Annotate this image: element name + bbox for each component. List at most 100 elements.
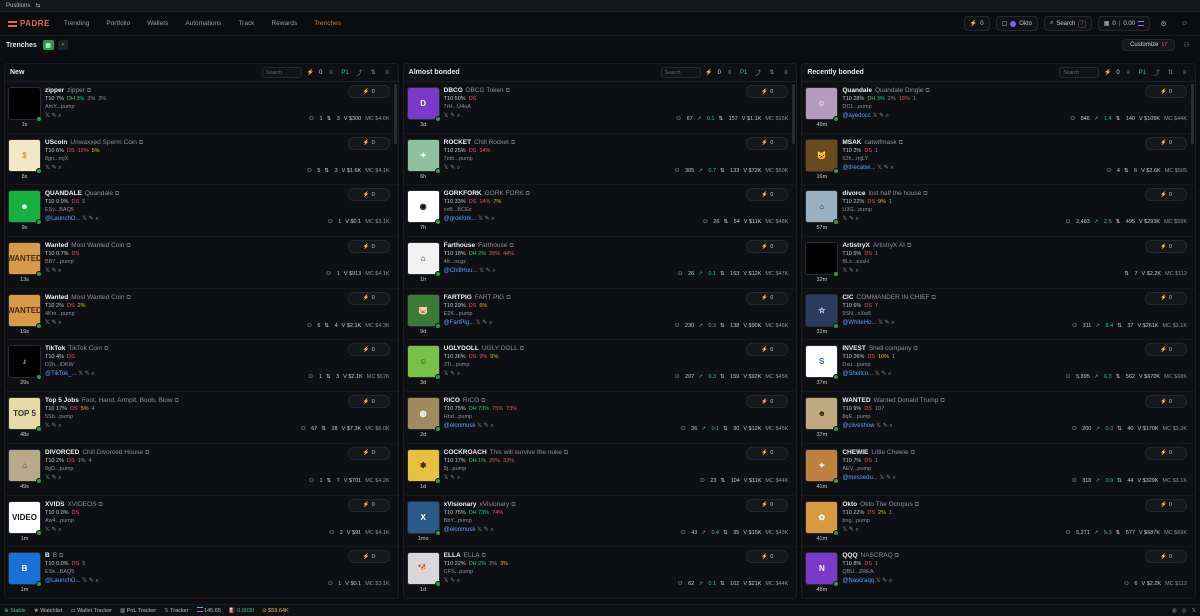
search-icon[interactable]: ⌕ bbox=[489, 527, 493, 533]
quick-buy-button[interactable]: ⚡ 0 bbox=[1145, 395, 1188, 409]
quick-buy-button[interactable]: ⚡ 0 bbox=[1145, 550, 1188, 564]
pill-icon[interactable]: ✎ bbox=[50, 113, 57, 119]
copy-icon[interactable]: ⧉ bbox=[175, 398, 179, 404]
copy-icon[interactable]: ⧉ bbox=[895, 553, 899, 559]
token-image[interactable]: 🐕 bbox=[406, 552, 440, 586]
social-handle[interactable]: @grokfork... bbox=[444, 216, 477, 222]
token-card[interactable]: X 1mo xVisionary xVisionary ⧉ T10 75% DH 73% 74… bbox=[403, 496, 797, 548]
social-handle[interactable]: @LaunchO... bbox=[45, 216, 80, 222]
quick-buy-button[interactable]: ⚡ 0 bbox=[1145, 498, 1188, 512]
token-ticker[interactable]: RICO bbox=[444, 397, 460, 404]
social-handle[interactable]: @elonmusk bbox=[444, 423, 476, 429]
search-icon[interactable]: ⌕ bbox=[90, 371, 94, 377]
quick-buy-button[interactable]: ⚡ 0 bbox=[1145, 240, 1188, 254]
token-address[interactable]: 7mb...pump bbox=[444, 156, 473, 162]
token-card[interactable]: ☺ 3d UGLYDOLL UGLY DOLL ⧉ T10 36% DS 9% 9% 3Ti...… bbox=[403, 340, 797, 393]
pill-icon[interactable]: ✎ bbox=[50, 475, 57, 481]
copy-icon[interactable]: ⧉ bbox=[59, 553, 63, 559]
copy-icon[interactable]: ⧉ bbox=[509, 243, 513, 249]
copy-icon[interactable]: ⧉ bbox=[145, 450, 149, 456]
token-image[interactable]: 🐱 bbox=[805, 138, 839, 172]
token-address[interactable]: 3Ti...pump bbox=[444, 362, 470, 368]
copy-icon[interactable]: ⧉ bbox=[913, 346, 917, 352]
search-icon[interactable]: ⌕ bbox=[491, 268, 495, 274]
token-ticker[interactable]: DIVORCED bbox=[45, 449, 79, 456]
social-handle[interactable]: @TikTok_... bbox=[45, 371, 77, 377]
token-card[interactable]: 32m ArtistryX ArtistryX AI ⧉ T10 5% DS 1 BLx...… bbox=[802, 237, 1196, 289]
copy-icon[interactable]: ⧉ bbox=[506, 295, 510, 301]
search-icon[interactable]: ⌕ bbox=[57, 475, 61, 481]
filter-icon[interactable]: ≡ bbox=[780, 67, 791, 78]
token-address[interactable]: 5Sb...pump bbox=[45, 414, 73, 420]
search-icon[interactable]: ⌕ bbox=[57, 423, 61, 429]
quick-buy-button[interactable]: ⚡ 0 bbox=[746, 291, 789, 305]
quick-buy-button[interactable]: ⚡ 0 bbox=[347, 395, 390, 409]
search-icon[interactable]: ⌕ bbox=[455, 165, 460, 171]
pill-icon[interactable]: ✎ bbox=[847, 216, 854, 222]
token-ticker[interactable]: CIC bbox=[842, 294, 853, 301]
token-card[interactable]: ⌂ 57m divorce lost half the house ⧉ T10 22% DS… bbox=[802, 185, 1196, 238]
token-image[interactable]: D bbox=[406, 87, 440, 120]
people-icon[interactable]: ⚇ bbox=[1179, 38, 1194, 53]
token-card[interactable]: ✿ 41m Okto Okto The Octopus ⧉ T10 22% DS 2% 1 bng… bbox=[802, 496, 1196, 548]
quick-buy-button[interactable]: ⚡ 0 bbox=[746, 446, 789, 460]
nav-trenches[interactable]: Trenches bbox=[314, 20, 341, 27]
social-handle[interactable]: @messedu... bbox=[842, 475, 877, 481]
token-card[interactable]: D 3d DBCG DBCG Token ⧉ T10 50% DS 7rH...U4oA 𝕏 … bbox=[403, 82, 797, 134]
token-address[interactable]: U3G...pump bbox=[842, 207, 872, 213]
sort-icon[interactable]: ⇅ bbox=[766, 67, 777, 78]
token-address[interactable]: ESy...BAQ5 bbox=[45, 207, 74, 213]
token-card[interactable]: ◍ 2d RICO RICO ⧉ T10 75% DH 73% 75% 73% Hbd...pum… bbox=[403, 392, 797, 444]
bolt-counter[interactable]: ⚡ 0 bbox=[963, 16, 990, 31]
quick-buy-button[interactable]: ⚡ 0 bbox=[1145, 343, 1188, 357]
token-ticker[interactable]: zipper bbox=[45, 87, 64, 94]
quick-buy-button[interactable]: ⚡ 0 bbox=[347, 550, 390, 564]
search-icon[interactable]: ⌕ bbox=[854, 268, 859, 274]
token-address[interactable]: E2K...pump bbox=[444, 311, 473, 317]
copy-icon[interactable]: ⧉ bbox=[87, 88, 91, 94]
pill-icon[interactable]: ✎ bbox=[482, 423, 489, 429]
token-address[interactable]: ESk...BAQ5 bbox=[45, 569, 74, 575]
token-card[interactable]: ☺ 49m Quandale Quandale Dingle ⧉ T10 28% DH 3%… bbox=[802, 82, 1196, 134]
trend-icon[interactable]: ⤴ bbox=[354, 67, 365, 78]
quick-buy-button[interactable]: ⚡ 0 bbox=[746, 395, 789, 409]
search-icon[interactable]: ⌕ bbox=[455, 371, 460, 377]
token-image[interactable]: ♪ bbox=[8, 345, 41, 379]
token-image[interactable]: ☺ bbox=[805, 87, 839, 120]
quick-buy-button[interactable]: ⚡ 0 bbox=[347, 498, 390, 512]
quick-buy-button[interactable]: ⚡ 0 bbox=[746, 136, 789, 150]
token-card[interactable]: WANTED 13s Wanted Most Wanted Coin ⧉ T10 0.7%… bbox=[5, 237, 398, 289]
customize-button[interactable]: Customize 17 bbox=[1122, 39, 1175, 51]
token-image[interactable]: WANTED bbox=[8, 242, 41, 276]
nav-track[interactable]: Track bbox=[238, 20, 254, 27]
search-icon[interactable]: ⌕ bbox=[889, 165, 893, 171]
token-ticker[interactable]: COCKROACH bbox=[444, 449, 487, 456]
token-image[interactable] bbox=[8, 87, 41, 120]
copy-icon[interactable]: ⧉ bbox=[915, 502, 919, 508]
token-card[interactable]: ♪ 29s TikTok TikTok Coin ⧉ T10 4% DS D2h...iDKW… bbox=[5, 340, 398, 393]
watchlist-button[interactable]: ★ Watchlist bbox=[34, 608, 63, 614]
token-address[interactable]: D2h...iDKW bbox=[45, 362, 74, 368]
pill-icon[interactable]: ✎ bbox=[882, 165, 889, 171]
search-icon[interactable]: ⌕ bbox=[854, 216, 859, 222]
search-icon[interactable]: ⌕ bbox=[455, 113, 460, 119]
token-card[interactable]: ⌂ 49s DIVORCED Chill Divorced House ⧉ T10 2% D… bbox=[5, 444, 398, 496]
quick-buy-button[interactable]: ⚡ 0 bbox=[746, 85, 789, 98]
pill-icon[interactable]: ✎ bbox=[484, 268, 491, 274]
search-icon[interactable]: ⌕ bbox=[888, 423, 892, 429]
copy-icon[interactable]: ⧉ bbox=[899, 140, 903, 146]
scrollbar[interactable] bbox=[1191, 84, 1195, 144]
social-handle[interactable]: @Nascraqq bbox=[842, 578, 874, 584]
token-address[interactable]: 9SN...xXw5 bbox=[842, 311, 871, 317]
copy-icon[interactable]: ⧉ bbox=[98, 502, 102, 508]
token-card[interactable]: ⌂ 1h Farthouse Farthouse ⧉ T10 18% DH 2% 28% 44%… bbox=[403, 237, 797, 289]
token-ticker[interactable]: INVEST bbox=[842, 345, 865, 352]
token-ticker[interactable]: FARTPIG bbox=[444, 294, 472, 301]
token-ticker[interactable]: WANTED bbox=[842, 397, 870, 404]
search-icon[interactable]: ⌕ bbox=[57, 113, 61, 119]
filter-icon[interactable]: ≡ bbox=[1179, 67, 1190, 78]
token-ticker[interactable]: QUANDALE bbox=[45, 190, 82, 197]
token-ticker[interactable]: UScoin bbox=[45, 139, 67, 146]
token-image[interactable]: ☻ bbox=[8, 190, 41, 224]
pill-icon[interactable]: ✎ bbox=[847, 268, 854, 274]
